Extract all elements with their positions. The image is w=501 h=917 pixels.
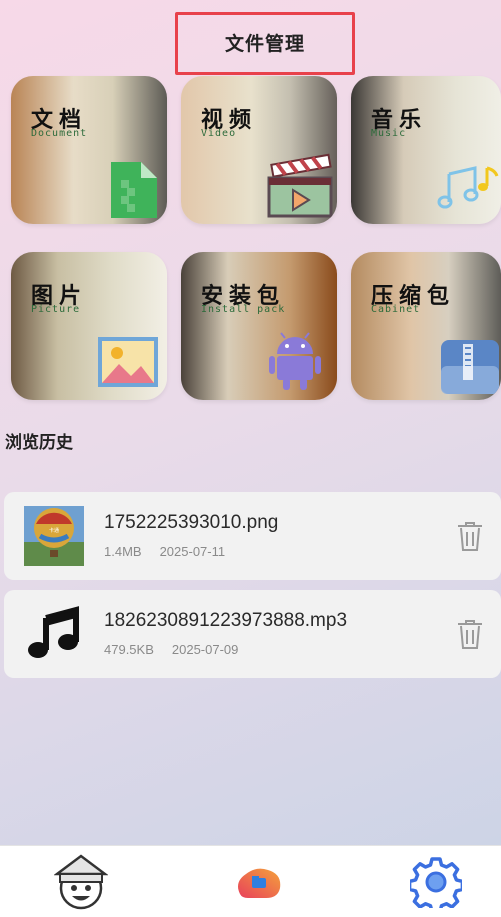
category-sub: Install pack [201, 304, 286, 315]
folder-logo-icon[interactable] [236, 866, 282, 900]
history-item[interactable]: 1826230891223973888.mp3 479.5KB 2025-07-0… [4, 590, 501, 678]
picture-icon [98, 337, 158, 387]
history-title: 浏览历史 [5, 433, 73, 453]
page-title-box: 文件管理 [175, 12, 355, 75]
file-date: 2025-07-11 [159, 544, 226, 559]
category-sub: Document [31, 128, 88, 139]
category-card-install-pack[interactable]: 安装包 Install pack [181, 252, 337, 400]
gear-icon[interactable] [410, 856, 462, 908]
history-item[interactable]: 卡通 1752225393010.png 1.4MB 2025-07-11 [4, 492, 501, 580]
avatar-icon[interactable] [54, 854, 108, 910]
file-name: 1752225393010.png [104, 512, 279, 533]
bottom-nav [0, 845, 501, 917]
file-meta: 479.5KB 2025-07-09 [104, 642, 238, 657]
file-meta: 1.4MB 2025-07-11 [104, 544, 225, 559]
music-note-icon [28, 606, 79, 658]
music-notes-icon [437, 166, 499, 209]
category-card-picture[interactable]: 图片 Picture [11, 252, 167, 400]
category-card-document[interactable]: 文档 Document [11, 76, 167, 224]
android-icon [269, 332, 321, 390]
category-card-music[interactable]: 音乐 Music [351, 76, 501, 224]
file-date: 2025-07-09 [171, 642, 239, 657]
trash-icon[interactable] [456, 618, 484, 650]
category-sub: Video [201, 128, 237, 139]
file-name: 1826230891223973888.mp3 [104, 610, 348, 631]
video-clapper-icon [267, 153, 333, 218]
category-sub: Cabinet [371, 304, 421, 315]
category-card-cabinet[interactable]: 压缩包 Cabinet [351, 252, 501, 400]
document-icon [111, 162, 157, 218]
page-title: 文件管理 [224, 33, 305, 55]
trash-icon[interactable] [456, 520, 484, 552]
category-card-video[interactable]: 视频 Video [181, 76, 337, 224]
balloon-thumbnail: 卡通 [24, 506, 84, 566]
category-sub: Music [371, 128, 407, 139]
category-sub: Picture [31, 304, 81, 315]
zip-file-icon [441, 340, 499, 394]
file-size: 1.4MB [104, 544, 142, 559]
file-size: 479.5KB [104, 642, 154, 657]
svg-text:卡通: 卡通 [49, 527, 59, 534]
